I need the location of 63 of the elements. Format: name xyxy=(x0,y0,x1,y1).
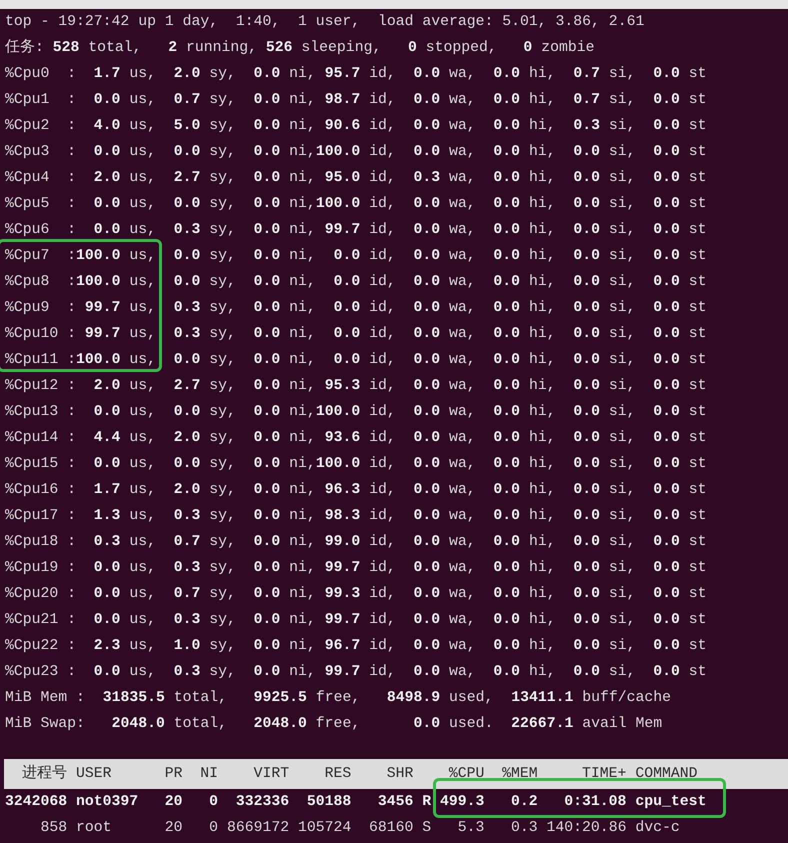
column-header: NI xyxy=(199,765,218,784)
terminal-line: top - 19:27:42 up 1 day, 1:40, 1 user, load average: 5.01, 3.86, 2.61 xyxy=(5,13,646,32)
terminal-line: %Cpu18 : 0.3 us, 0.7 sy, 0.0 ni, 99.0 id, 0.0 wa, 0.0 hi, 0.0 si, 0.0 st xyxy=(5,533,708,552)
column-header: SHR xyxy=(386,765,414,784)
table-cell-text: 0.3 xyxy=(510,819,538,838)
terminal-line: %Cpu15 : 0.0 us, 0.0 sy, 0.0 ni,100.0 id, 0.0 wa, 0.0 hi, 0.0 si, 0.0 st xyxy=(5,455,708,474)
table-cell-text: not0397 xyxy=(76,793,140,812)
table-cell-text: 20 xyxy=(164,819,183,838)
terminal-line: %Cpu22 : 2.3 us, 1.0 sy, 0.0 ni, 96.7 id, 0.0 wa, 0.0 hi, 0.0 si, 0.0 st xyxy=(5,637,708,656)
table-cell-text: 0:31.08 xyxy=(563,793,626,812)
table-cell-text: 105724 xyxy=(298,819,352,838)
table-cell-text: 5.3 xyxy=(456,819,484,838)
terminal-line: %Cpu10 : 99.7 us, 0.3 sy, 0.0 ni, 0.0 id, 0.0 wa, 0.0 hi, 0.0 si, 0.0 st xyxy=(5,325,708,344)
terminal-line: MiB Swap: 2048.0 total, 2048.0 free, 0.0 used. 22667.1 avail Mem xyxy=(5,715,664,734)
table-cell-text: 0 xyxy=(208,819,218,838)
terminal-line: 任务: 528 total, 2 running, 526 sleeping, 0 stopped, 0 zombie xyxy=(5,38,596,58)
terminal-line: %Cpu17 : 1.3 us, 0.3 sy, 0.0 ni, 98.3 id, 0.0 wa, 0.0 hi, 0.0 si, 0.0 st xyxy=(5,507,708,526)
table-cell-text: dvc-c xyxy=(635,819,681,838)
terminal-line: MiB Mem : 31835.5 total, 9925.5 free, 8498.9 used, 13411.1 buff/cache xyxy=(5,689,672,708)
column-header: RES xyxy=(324,765,352,784)
terminal-line: %Cpu7 :100.0 us, 0.0 sy, 0.0 ni, 0.0 id, 0.0 wa, 0.0 hi, 0.0 si, 0.0 st xyxy=(5,247,708,266)
table-cell-text: 332336 xyxy=(234,793,290,812)
terminal-line: %Cpu6 : 0.0 us, 0.3 sy, 0.0 ni, 99.7 id, 0.0 wa, 0.0 hi, 0.0 si, 0.0 st xyxy=(5,221,708,240)
table-cell-text: 3456 xyxy=(376,793,414,812)
table-cell-text: S xyxy=(422,819,432,838)
terminal-line: %Cpu11 :100.0 us, 0.0 sy, 0.0 ni, 0.0 id, 0.0 wa, 0.0 hi, 0.0 si, 0.0 st xyxy=(5,351,708,370)
column-header: 进程号 xyxy=(21,764,68,784)
terminal-line: %Cpu12 : 2.0 us, 2.7 sy, 0.0 ni, 95.3 id, 0.0 wa, 0.0 hi, 0.0 si, 0.0 st xyxy=(5,377,708,396)
terminal-line: %Cpu8 :100.0 us, 0.0 sy, 0.0 ni, 0.0 id, 0.0 wa, 0.0 hi, 0.0 si, 0.0 st xyxy=(5,273,708,292)
column-header: USER xyxy=(76,765,113,784)
table-cell-text: 50188 xyxy=(306,793,352,812)
table-cell-text: 20 xyxy=(164,793,183,812)
table-cell-text: 499.3 xyxy=(440,793,484,812)
terminal-line: %Cpu23 : 0.0 us, 0.3 sy, 0.0 ni, 99.7 id, 0.0 wa, 0.0 hi, 0.0 si, 0.0 st xyxy=(5,663,708,682)
table-cell-text: 68160 xyxy=(368,819,414,838)
table-cell-text: 3242068 xyxy=(5,793,68,812)
column-header: VIRT xyxy=(252,765,290,784)
terminal-line: %Cpu1 : 0.0 us, 0.7 sy, 0.0 ni, 98.7 id, 0.0 wa, 0.0 hi, 0.7 si, 0.0 st xyxy=(5,91,708,110)
terminal-line: %Cpu2 : 4.0 us, 5.0 sy, 0.0 ni, 90.6 id, 0.0 wa, 0.0 hi, 0.3 si, 0.0 st xyxy=(5,117,708,136)
terminal-line: %Cpu14 : 4.4 us, 2.0 sy, 0.0 ni, 93.6 id, 0.0 wa, 0.0 hi, 0.0 si, 0.0 st xyxy=(5,429,708,448)
column-header: PR xyxy=(164,765,183,784)
column-header: %CPU xyxy=(448,765,484,784)
table-cell-text: 8669172 xyxy=(226,819,290,838)
table-cell-text: root xyxy=(76,819,113,838)
column-header: TIME+ xyxy=(581,765,626,784)
terminal-line: %Cpu19 : 0.0 us, 0.3 sy, 0.0 ni, 99.7 id, 0.0 wa, 0.0 hi, 0.0 si, 0.0 st xyxy=(5,559,708,578)
terminal-line: %Cpu5 : 0.0 us, 0.0 sy, 0.0 ni,100.0 id, 0.0 wa, 0.0 hi, 0.0 si, 0.0 st xyxy=(5,195,708,214)
table-cell-text: cpu_test xyxy=(635,793,708,812)
terminal-line: %Cpu0 : 1.7 us, 2.0 sy, 0.0 ni, 95.7 id, 0.0 wa, 0.0 hi, 0.7 si, 0.0 st xyxy=(5,65,708,84)
table-cell-text: 0 xyxy=(208,793,218,812)
terminal-line: %Cpu4 : 2.0 us, 2.7 sy, 0.0 ni, 95.0 id, 0.3 wa, 0.0 hi, 0.0 si, 0.0 st xyxy=(5,169,708,188)
column-header: %MEM xyxy=(501,765,538,784)
column-header: COMMAND xyxy=(635,765,698,784)
terminal-line: %Cpu13 : 0.0 us, 0.0 sy, 0.0 ni,100.0 id, 0.0 wa, 0.0 hi, 0.0 si, 0.0 st xyxy=(5,403,708,422)
terminal-line: %Cpu3 : 0.0 us, 0.0 sy, 0.0 ni,100.0 id, 0.0 wa, 0.0 hi, 0.0 si, 0.0 st xyxy=(5,143,708,162)
terminal-line: %Cpu21 : 0.0 us, 0.3 sy, 0.0 ni, 99.7 id, 0.0 wa, 0.0 hi, 0.0 si, 0.0 st xyxy=(5,611,708,630)
table-cell-text: R xyxy=(422,793,432,812)
table-cell-text: 140:20.86 xyxy=(546,819,626,838)
terminal-line: %Cpu9 : 99.7 us, 0.3 sy, 0.0 ni, 0.0 id, 0.0 wa, 0.0 hi, 0.0 si, 0.0 st xyxy=(5,299,708,318)
terminal-line: %Cpu20 : 0.0 us, 0.7 sy, 0.0 ni, 99.3 id, 0.0 wa, 0.0 hi, 0.0 si, 0.0 st xyxy=(5,585,708,604)
terminal-line: %Cpu16 : 1.7 us, 2.0 sy, 0.0 ni, 96.3 id, 0.0 wa, 0.0 hi, 0.0 si, 0.0 st xyxy=(5,481,708,500)
table-cell-text: 858 xyxy=(40,819,68,838)
table-cell-text: 0.2 xyxy=(510,793,538,812)
